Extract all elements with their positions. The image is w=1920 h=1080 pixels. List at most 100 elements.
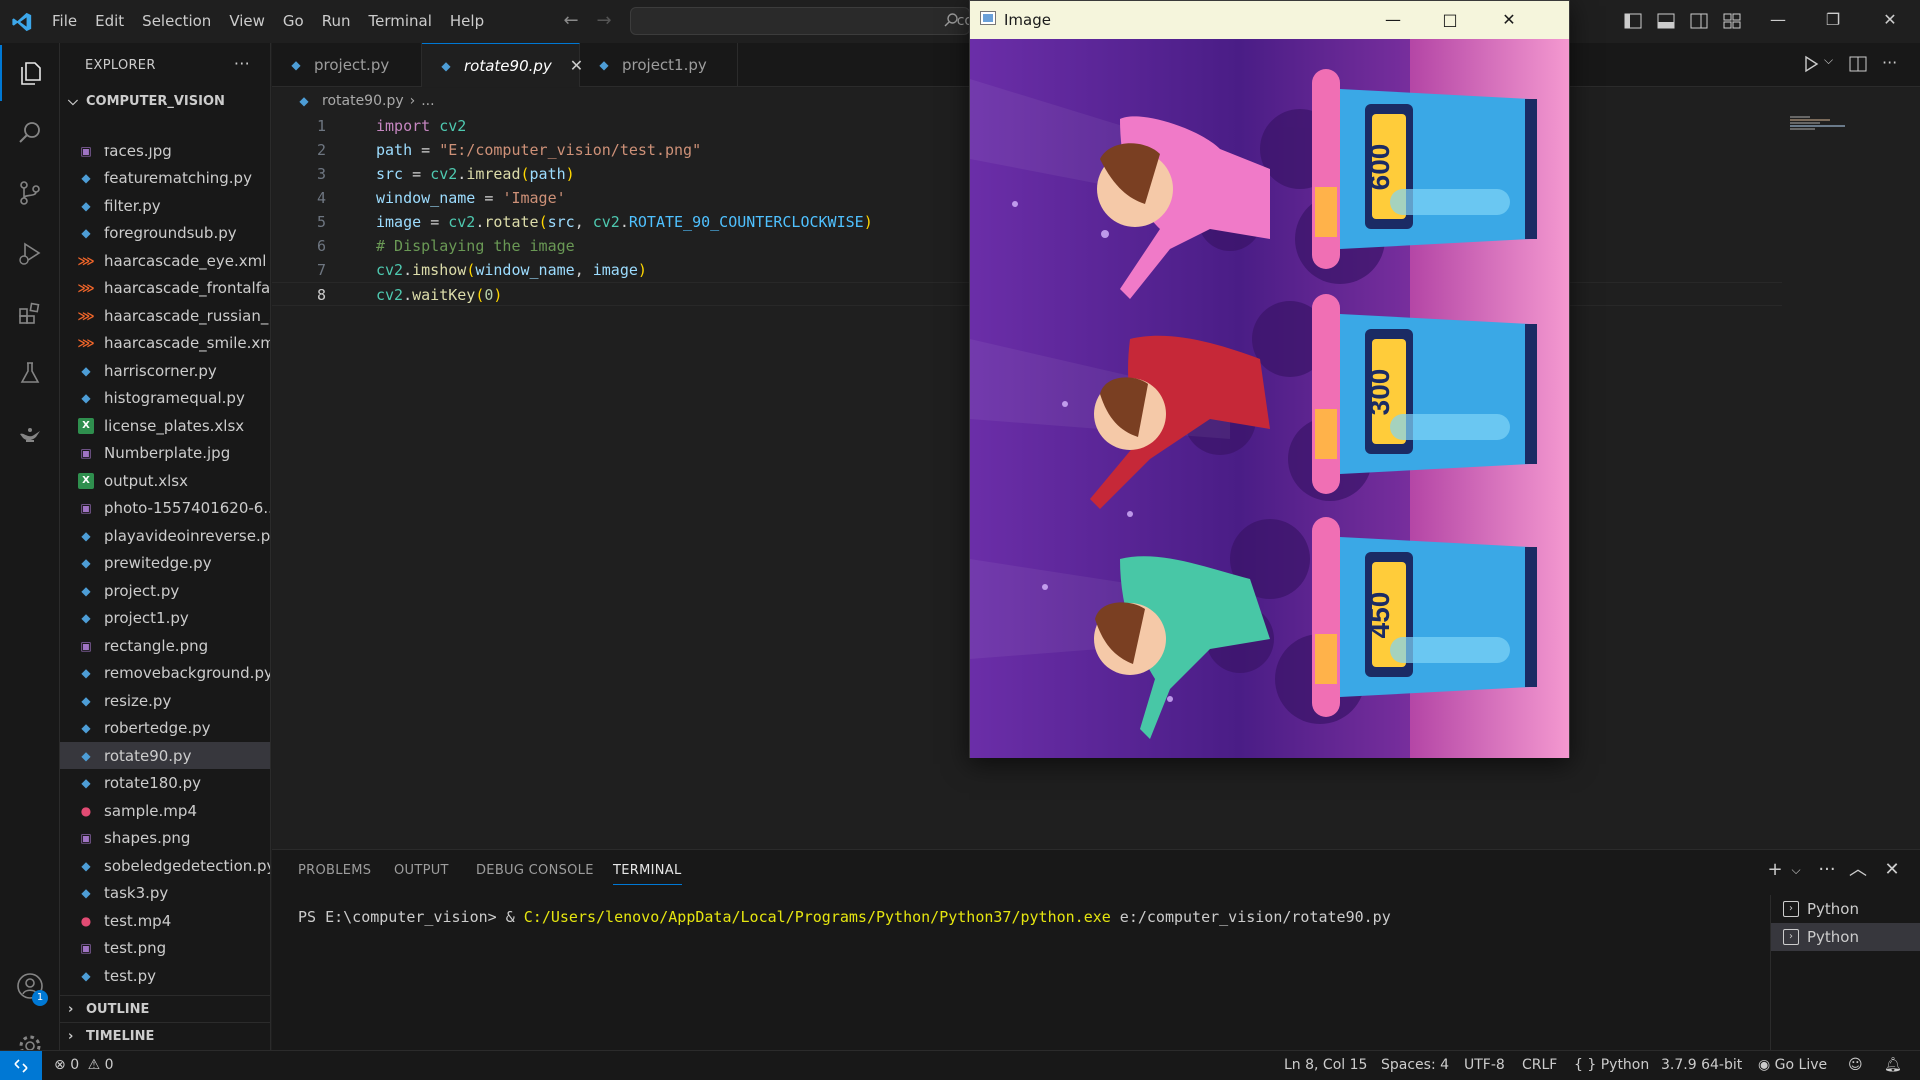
language-mode[interactable]: { } Python — [1574, 1057, 1649, 1073]
explorer-icon[interactable] — [0, 45, 60, 101]
menu-help[interactable]: Help — [441, 0, 493, 43]
file-item[interactable]: ⋙ haarcascade_frontalfa... — [60, 275, 270, 302]
file-item[interactable]: ⋙ haarcascade_eye.xml — [60, 247, 270, 274]
file-item[interactable]: ◆ playavideoinreverse.py — [60, 522, 270, 549]
customize-layout-icon[interactable] — [1723, 12, 1741, 30]
tab-rotate90-py[interactable]: ◆ rotate90.py ✕ — [422, 43, 583, 87]
restore-icon[interactable]: ❐ — [1823, 10, 1843, 30]
file-item[interactable]: ● test.mp4 — [60, 907, 270, 934]
file-item[interactable]: ⋙ haarcascade_smile.xml — [60, 330, 270, 357]
file-item[interactable]: ◆ sobeledgedetection.py — [60, 852, 270, 879]
feedback-icon[interactable]: ☺ — [1848, 1057, 1863, 1073]
file-item[interactable]: ◆ rotate90.py — [60, 742, 270, 769]
file-item[interactable]: ▣ rectangle.png — [60, 632, 270, 659]
menu-selection[interactable]: Selection — [133, 0, 220, 43]
menu-terminal[interactable]: Terminal — [360, 0, 441, 43]
python-interpreter[interactable]: 3.7.9 64-bit — [1661, 1057, 1742, 1073]
more-actions-icon[interactable]: ··· — [1882, 53, 1897, 72]
run-debug-icon[interactable] — [0, 225, 60, 281]
toggle-panel-icon[interactable] — [1657, 12, 1675, 30]
minimize-icon[interactable]: — — [1382, 9, 1404, 31]
genie-lamp-icon[interactable] — [0, 405, 60, 461]
encoding[interactable]: UTF-8 — [1464, 1057, 1505, 1073]
more-actions-icon[interactable]: ··· — [234, 54, 250, 73]
maximize-icon[interactable]: □ — [1439, 9, 1461, 31]
run-python-icon[interactable] — [1802, 55, 1822, 75]
indentation[interactable]: Spaces: 4 — [1381, 1057, 1449, 1073]
toggle-secondary-sidebar-icon[interactable] — [1690, 12, 1708, 30]
file-item[interactable]: ◆ resize.py — [60, 687, 270, 714]
tab-problems[interactable]: PROBLEMS — [298, 863, 371, 884]
terminal-instance[interactable]: › Python — [1771, 895, 1920, 923]
file-item[interactable]: Xlicense_plates.xlsx — [60, 412, 270, 439]
file-item[interactable]: ◆ task3.py — [60, 880, 270, 907]
toggle-primary-sidebar-icon[interactable] — [1624, 12, 1642, 30]
file-item[interactable]: Xoutput.xlsx — [60, 467, 270, 494]
file-item[interactable]: ● sample.mp4 — [60, 797, 270, 824]
menu-go[interactable]: Go — [274, 0, 313, 43]
file-item[interactable]: ◆ foregroundsub.py — [60, 220, 270, 247]
tab-project-py[interactable]: ◆ project.py — [272, 43, 422, 87]
new-terminal-icon[interactable]: + — [1765, 860, 1785, 880]
tab-project1-py[interactable]: ◆ project1.py — [580, 43, 738, 87]
tab-debug-console[interactable]: DEBUG CONSOLE — [476, 863, 594, 884]
problems-status[interactable]: ⊗ 0 ⚠ 0 — [54, 1057, 114, 1073]
file-item[interactable]: ◆ project.py — [60, 577, 270, 604]
close-panel-icon[interactable]: ✕ — [1882, 860, 1902, 880]
menu-edit[interactable]: Edit — [86, 0, 133, 43]
tab-output[interactable]: OUTPUT — [394, 863, 449, 884]
bell-icon[interactable]: 🔔︎ — [1884, 1057, 1902, 1073]
file-item[interactable]: ◆ rotate180.py — [60, 770, 270, 797]
file-item[interactable]: ▣ photo-1557401620-6... — [60, 495, 270, 522]
image-window-titlebar[interactable]: Image — □ ✕ — [970, 1, 1569, 39]
file-item[interactable]: ◆ robertedge.py — [60, 715, 270, 742]
breadcrumb-rest[interactable]: ... — [421, 93, 434, 109]
source-control-icon[interactable] — [0, 165, 60, 221]
breadcrumb-file[interactable]: rotate90.py — [322, 93, 404, 109]
search-icon[interactable] — [0, 105, 60, 161]
menu-run[interactable]: Run — [313, 0, 360, 43]
terminal-instance[interactable]: › Python — [1771, 923, 1920, 951]
opencv-image-window[interactable]: Image — □ ✕ 600 300 450 — [969, 0, 1570, 758]
split-editor-icon[interactable] — [1849, 55, 1869, 75]
tab-terminal[interactable]: TERMINAL — [613, 863, 682, 885]
close-icon[interactable]: ✕ — [1498, 9, 1520, 31]
file-item[interactable]: ◆ test.py — [60, 962, 270, 989]
timeline-section[interactable]: › TIMELINE — [60, 1022, 270, 1049]
chevron-down-icon[interactable]: ⌵ — [1786, 860, 1806, 880]
chevron-down-icon[interactable]: ⌵ — [1824, 53, 1833, 68]
testing-icon[interactable] — [0, 345, 60, 401]
remote-indicator-icon[interactable] — [0, 1050, 42, 1080]
file-item[interactable]: ⋙ haarcascade_russian_... — [60, 302, 270, 329]
minimap[interactable] — [1790, 116, 1850, 130]
folder-header[interactable]: ⌵ COMPUTER_VISION — [60, 88, 225, 114]
file-item[interactable]: ◆ prewitedge.py — [60, 550, 270, 577]
terminal-output[interactable]: PS E:\computer_vision> & C:/Users/lenovo… — [298, 908, 1391, 926]
file-item[interactable]: ◆ histogramequal.py — [60, 385, 270, 412]
arrow-right-icon[interactable]: → — [594, 11, 614, 31]
file-item[interactable]: ▣ test.png — [60, 935, 270, 962]
file-item[interactable]: ◆ filter.py — [60, 192, 270, 219]
more-actions-icon[interactable]: ··· — [1817, 860, 1837, 880]
file-item[interactable]: ▣ Numberplate.jpg — [60, 440, 270, 467]
line-ending[interactable]: CRLF — [1522, 1057, 1557, 1073]
go-live-button[interactable]: ◉ Go Live — [1758, 1057, 1827, 1073]
command-center-search[interactable]: co — [630, 7, 973, 35]
menu-file[interactable]: File — [43, 0, 86, 43]
extensions-icon[interactable] — [0, 285, 60, 341]
cursor-position[interactable]: Ln 8, Col 15 — [1284, 1057, 1367, 1073]
maximize-panel-icon[interactable]: ︿ — [1848, 860, 1868, 880]
minimize-icon[interactable]: — — [1768, 10, 1788, 30]
file-item[interactable]: ◆ removebackground.py — [60, 660, 270, 687]
file-item[interactable]: ▣ shapes.png — [60, 825, 270, 852]
file-item[interactable]: ◆ harriscorner.py — [60, 357, 270, 384]
close-icon[interactable]: ✕ — [1880, 10, 1900, 30]
file-item[interactable]: ▣ faces.jpg — [60, 147, 270, 164]
file-item[interactable]: ◆ featurematching.py — [60, 165, 270, 192]
accounts-icon[interactable]: 1 — [0, 958, 60, 1014]
outline-section[interactable]: › OUTLINE — [60, 995, 270, 1022]
file-item[interactable]: ◆ project1.py — [60, 605, 270, 632]
vscode-logo-icon[interactable] — [0, 0, 43, 43]
menu-view[interactable]: View — [220, 0, 274, 43]
arrow-left-icon[interactable]: ← — [561, 11, 581, 31]
